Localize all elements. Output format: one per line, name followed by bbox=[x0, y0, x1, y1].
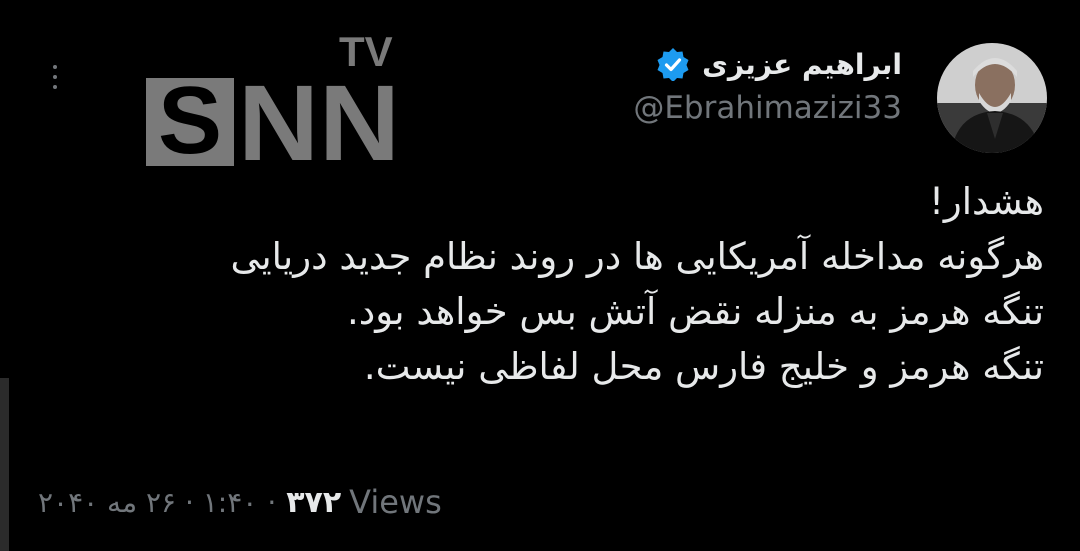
author-name-row[interactable]: ابراهیم عزیزی bbox=[656, 44, 902, 84]
verified-badge-icon bbox=[657, 48, 689, 81]
tweet-line: هشدار! bbox=[929, 180, 1044, 223]
more-vertical-icon bbox=[53, 65, 57, 69]
tweet-timestamp[interactable]: ۱:۴۰ · ۲۶ مه ۲۰۴۰ bbox=[38, 486, 257, 519]
avatar[interactable] bbox=[937, 43, 1047, 153]
tweet-text: هشدار! هرگونه مداخله آمریکایی ها در روند… bbox=[54, 174, 1045, 394]
scroll-edge bbox=[0, 378, 9, 551]
more-vertical-icon-dot bbox=[53, 85, 57, 89]
views-label: Views bbox=[349, 483, 442, 521]
tweet-line: تنگه هرمز به منزله نقض آتش بس خواهد بود. bbox=[346, 290, 1044, 333]
tweet-line: تنگه هرمز و خلیج فارس محل لفاظی نیست. bbox=[363, 345, 1044, 388]
more-options-button[interactable] bbox=[38, 58, 72, 96]
tweet-screenshot: TV S NN ابراهیم عزیزی @Ebrahimazizi33 هش… bbox=[0, 0, 1080, 551]
tweet-line: هرگونه مداخله آمریکایی ها در روند نظام ج… bbox=[230, 235, 1045, 278]
snn-tv-watermark-logo: TV S NN bbox=[146, 28, 406, 168]
more-vertical-icon-dot bbox=[53, 75, 57, 79]
views-count: ۳۷۲ bbox=[286, 484, 342, 520]
author-display-name: ابراهیم عزیزی bbox=[702, 47, 902, 81]
meta-separator: · bbox=[267, 485, 277, 519]
svg-text:S: S bbox=[158, 67, 222, 168]
svg-text:NN: NN bbox=[238, 62, 400, 168]
tweet-meta: ۱:۴۰ · ۲۶ مه ۲۰۴۰ · ۳۷۲ Views bbox=[38, 480, 442, 524]
author-handle[interactable]: @Ebrahimazizi33 bbox=[633, 90, 902, 126]
